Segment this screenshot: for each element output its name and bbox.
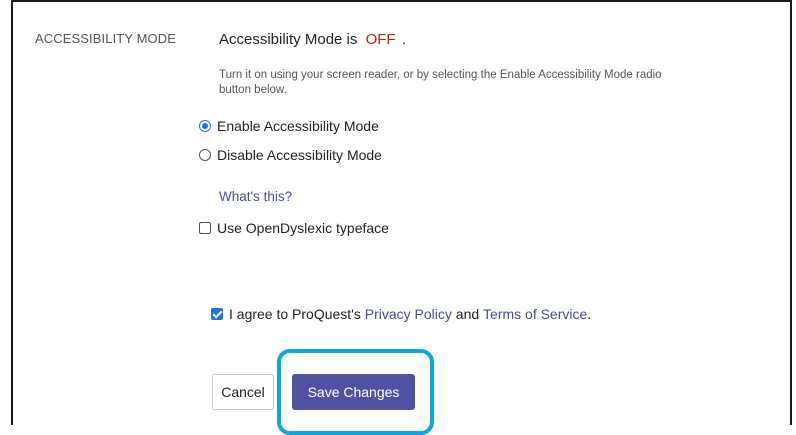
privacy-policy-link[interactable]: Privacy Policy [365,306,452,322]
agree-prefix: I agree to ProQuest's [229,306,361,322]
disable-accessibility-option[interactable]: Disable Accessibility Mode [199,147,382,163]
section-label: ACCESSIBILITY MODE [35,31,176,46]
agree-checkbox[interactable] [211,308,223,320]
help-text: Turn it on using your screen reader, or … [219,69,662,96]
whats-this-link[interactable]: What's this? [219,189,292,204]
save-changes-button[interactable]: Save Changes [292,374,415,410]
terms-agreement: I agree to ProQuest's Privacy Policy and… [211,306,591,322]
dyslexic-typeface-option[interactable]: Use OpenDyslexic typeface [199,220,389,236]
status-suffix: . [401,31,406,48]
accessibility-status: Accessibility Mode is OFF . [219,31,406,48]
enable-accessibility-option[interactable]: Enable Accessibility Mode [199,118,379,134]
enable-accessibility-label: Enable Accessibility Mode [217,118,379,134]
status-prefix: Accessibility Mode is [219,31,358,48]
agree-and: and [455,306,480,322]
status-value: OFF [365,31,396,48]
accessibility-settings-panel [11,0,792,425]
dyslexic-typeface-checkbox[interactable] [199,222,211,234]
dyslexic-typeface-label: Use OpenDyslexic typeface [217,220,389,236]
enable-accessibility-radio[interactable] [199,120,211,132]
agree-suffix: . [587,306,592,322]
terms-of-service-link[interactable]: Terms of Service [483,306,587,322]
disable-accessibility-label: Disable Accessibility Mode [217,147,382,163]
cancel-button[interactable]: Cancel [212,374,274,410]
disable-accessibility-radio[interactable] [199,149,211,161]
